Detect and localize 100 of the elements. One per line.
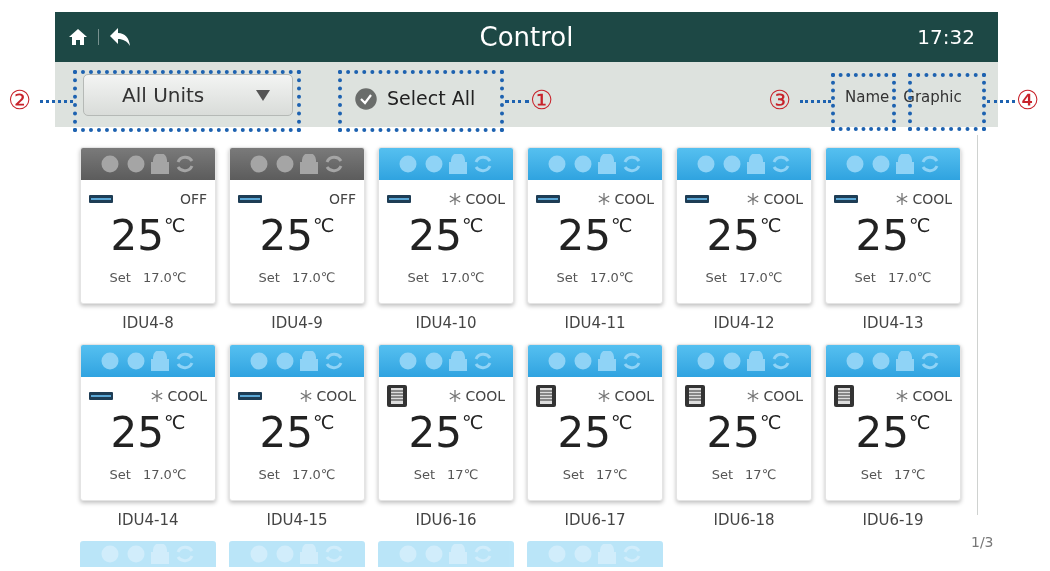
set-temperature: 17℃ <box>745 466 777 484</box>
unit-name: IDU4-12 <box>713 313 775 334</box>
snowflake-icon <box>747 390 760 402</box>
callout-number: ② <box>8 86 31 114</box>
unit-card[interactable]: COOL 25℃ Set 17.0℃ <box>229 344 365 501</box>
unit-card[interactable]: COOL 25℃ Set 17℃ <box>378 344 514 501</box>
select-all-checkbox[interactable]: Select All <box>355 84 476 113</box>
set-label: Set <box>562 466 585 484</box>
screen-title: Control <box>479 20 574 54</box>
leader-line <box>40 100 73 103</box>
set-label: Set <box>258 466 280 484</box>
set-temperature: 17.0℃ <box>440 269 485 287</box>
set-temperature: 17.0℃ <box>142 466 187 484</box>
page-indicator: 1/3 <box>971 533 994 552</box>
unit-name: IDU6-17 <box>564 510 626 531</box>
temperature-unit: ℃ <box>313 411 335 433</box>
unit-name: IDU4-14 <box>117 510 179 531</box>
temperature-unit: ℃ <box>760 214 782 236</box>
leader-line <box>987 100 1015 103</box>
set-label: Set <box>258 269 280 287</box>
set-label: Set <box>407 269 429 287</box>
unit-card[interactable]: COOL 25℃ Set 17℃ <box>527 344 663 501</box>
set-temperature: 17.0℃ <box>291 269 336 287</box>
snowflake-icon <box>896 390 909 402</box>
set-label: Set <box>705 269 727 287</box>
unit-name: IDU4-11 <box>564 313 626 334</box>
unit-card[interactable]: COOL 25℃ Set 17.0℃ <box>825 147 961 304</box>
snowflake-icon <box>598 193 611 205</box>
snowflake-icon <box>300 390 313 402</box>
wall-unit-icon <box>387 195 411 203</box>
temperature-unit: ℃ <box>313 214 335 236</box>
room-temperature: 25 <box>408 210 463 262</box>
unit-card[interactable]: COOL 25℃ Set 17.0℃ <box>527 147 663 304</box>
wall-unit-icon <box>685 195 709 203</box>
temperature-unit: ℃ <box>909 214 931 236</box>
unit-card[interactable]: COOL 25℃ Set 17℃ <box>676 344 812 501</box>
temperature-unit: ℃ <box>611 411 633 433</box>
mode-label: COOL <box>614 189 654 209</box>
clock-time: 17:32 <box>917 24 975 52</box>
temperature-unit: ℃ <box>462 214 484 236</box>
room-temperature: 25 <box>557 407 612 459</box>
temperature-unit: ℃ <box>164 411 186 433</box>
mode-label: COOL <box>614 386 654 406</box>
wall-unit-icon <box>238 195 262 203</box>
units-dropdown[interactable]: All Units <box>83 74 293 117</box>
unit-name: IDU4-15 <box>266 510 328 531</box>
unit-card[interactable]: COOL 25℃ Set 17.0℃ <box>80 344 216 501</box>
mode-label: COOL <box>763 386 803 406</box>
wall-unit-icon <box>834 195 858 203</box>
view-link[interactable]: Name <box>845 86 890 109</box>
unit-name: IDU4-8 <box>122 313 174 334</box>
mode-label: COOL <box>912 189 952 209</box>
set-label: Set <box>711 466 734 484</box>
unit-name: IDU4-9 <box>271 313 323 334</box>
callout-number: ③ <box>768 86 791 114</box>
room-temperature: 25 <box>408 407 463 459</box>
temperature-unit: ℃ <box>611 214 633 236</box>
unit-card[interactable]: OFF 25℃ Set 17.0℃ <box>229 147 365 304</box>
unit-card[interactable]: OFF 25℃ Set 17.0℃ <box>80 147 216 304</box>
unit-card[interactable]: COOL 25℃ Set 17.0℃ <box>378 147 514 304</box>
unit-card[interactable]: COOL 25℃ Set 17℃ <box>825 344 961 501</box>
temperature-unit: ℃ <box>462 411 484 433</box>
name-view-highlight <box>831 73 896 131</box>
snowflake-icon <box>896 193 909 205</box>
set-temperature: 17.0℃ <box>738 269 783 287</box>
unit-name: IDU4-13 <box>862 313 924 334</box>
set-label: Set <box>109 269 131 287</box>
set-temperature: 17℃ <box>894 466 926 484</box>
set-label: Set <box>854 269 876 287</box>
room-temperature: 25 <box>706 210 761 262</box>
set-label: Set <box>413 466 436 484</box>
unit-card[interactable]: COOL 25℃ Set 17.0℃ <box>676 147 812 304</box>
snowflake-icon <box>598 390 611 402</box>
mode-label: COOL <box>465 386 505 406</box>
leader-line <box>800 100 831 103</box>
back-arrow-icon[interactable] <box>109 27 131 48</box>
room-temperature: 25 <box>706 407 761 459</box>
snowflake-icon <box>151 390 164 402</box>
wall-unit-icon <box>89 195 113 203</box>
set-temperature: 17.0℃ <box>887 269 932 287</box>
unit-name: IDU6-18 <box>713 510 775 531</box>
room-temperature: 25 <box>259 210 314 262</box>
temperature-unit: ℃ <box>760 411 782 433</box>
set-temperature: 17.0℃ <box>291 466 336 484</box>
cassette-unit-icon <box>387 385 407 407</box>
set-label: Set <box>556 269 578 287</box>
wall-unit-icon <box>238 392 262 400</box>
view-link[interactable]: Graphic <box>903 86 962 109</box>
snowflake-icon <box>449 390 462 402</box>
mode-label: COOL <box>316 386 356 406</box>
room-temperature: 25 <box>259 407 314 459</box>
callout-number: ④ <box>1016 86 1039 114</box>
home-icon[interactable] <box>68 28 88 47</box>
callout-number: ① <box>530 86 553 114</box>
set-label: Set <box>860 466 883 484</box>
leader-line <box>505 100 529 103</box>
unit-name: IDU4-10 <box>415 313 477 334</box>
snowflake-icon <box>747 193 760 205</box>
set-temperature: 17.0℃ <box>142 269 187 287</box>
snowflake-icon <box>449 193 462 205</box>
